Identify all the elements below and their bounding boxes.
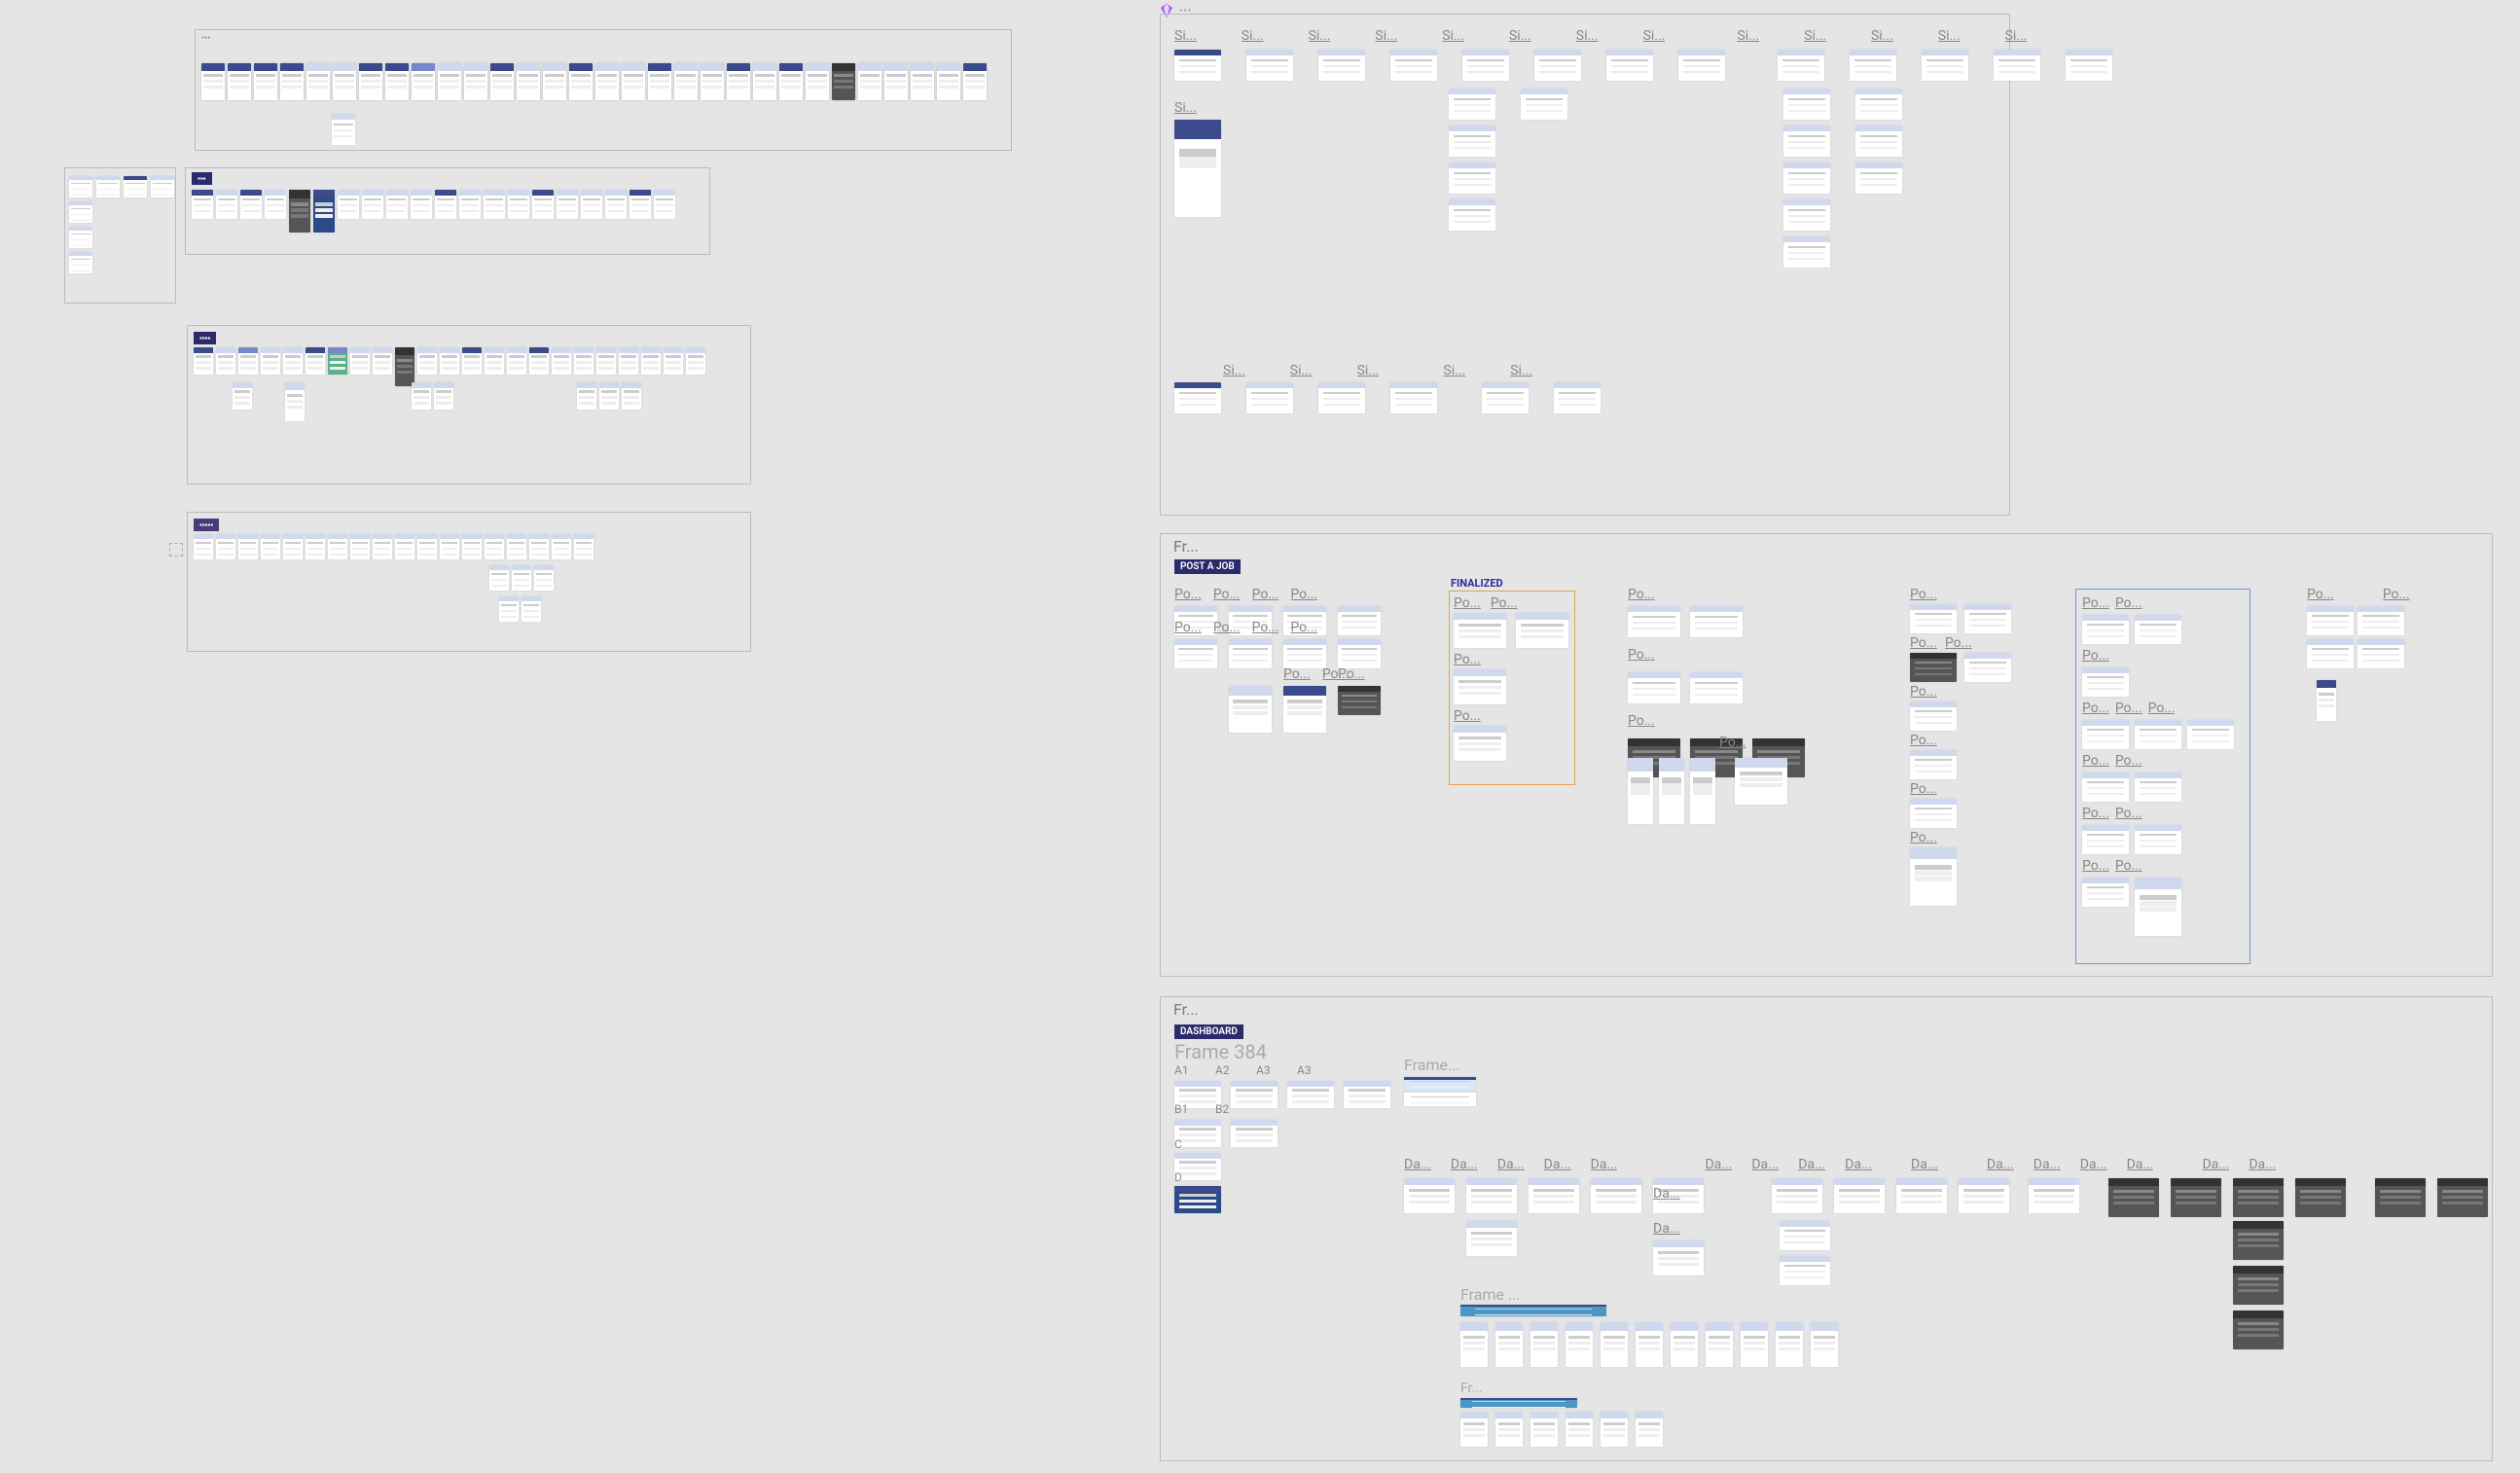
- section-small[interactable]: [64, 167, 176, 304]
- section-4[interactable]: ▪▪▪▪▪: [187, 512, 751, 652]
- finalized-label: FINALIZED: [1451, 577, 1503, 590]
- selection-handle[interactable]: [169, 543, 183, 557]
- section-1-row[interactable]: [201, 63, 987, 100]
- section-signup[interactable]: Si... Si... Si... Si... Si... Si... Si..…: [1160, 14, 2010, 516]
- section-4-tag: ▪▪▪▪▪: [194, 519, 219, 531]
- post-a-job-tag: POST A JOB: [1174, 559, 1241, 574]
- section-tag: ▪▪▪: [192, 172, 212, 185]
- frame-384-label[interactable]: Frame 384: [1174, 1040, 1267, 1063]
- section-3-tag: ▪▪▪▪: [194, 332, 216, 344]
- si-labels-row: Si... Si... Si... Si... Si... Si... Si..…: [1174, 28, 2027, 44]
- section-1[interactable]: ••• for(let i=0;i<30;i++)document.write(…: [195, 29, 1012, 151]
- si-labels-row2: Si... Si... Si... Si... Si...: [1223, 363, 1532, 378]
- artboard-thumb[interactable]: [332, 114, 355, 145]
- grid-labels: A1A2A3A3: [1174, 1063, 1320, 1081]
- section-post-a-job[interactable]: POST A JOB Po... Po... Po... Po... Po...…: [1160, 533, 2493, 977]
- design-canvas[interactable]: ••• ••• for(let i=0;i<30;i++)document.wr…: [0, 0, 2520, 1473]
- finalized-group[interactable]: Po... Po... Po... Po...: [1449, 591, 1575, 785]
- dashboard-tag: DASHBOARD: [1174, 1024, 1243, 1039]
- selected-group[interactable]: Po...Po... Po... Po...Po...Po... Po...Po…: [2075, 589, 2250, 964]
- si-thumbs-row1: [1174, 50, 2112, 81]
- section-medium[interactable]: ▪▪▪: [185, 167, 710, 255]
- section-3[interactable]: ▪▪▪▪: [187, 325, 751, 485]
- section-dashboard[interactable]: DASHBOARD Frame 384 A1A2A3A3 B1B2 C D Fr…: [1160, 996, 2493, 1461]
- section-1-dots: •••: [201, 34, 210, 44]
